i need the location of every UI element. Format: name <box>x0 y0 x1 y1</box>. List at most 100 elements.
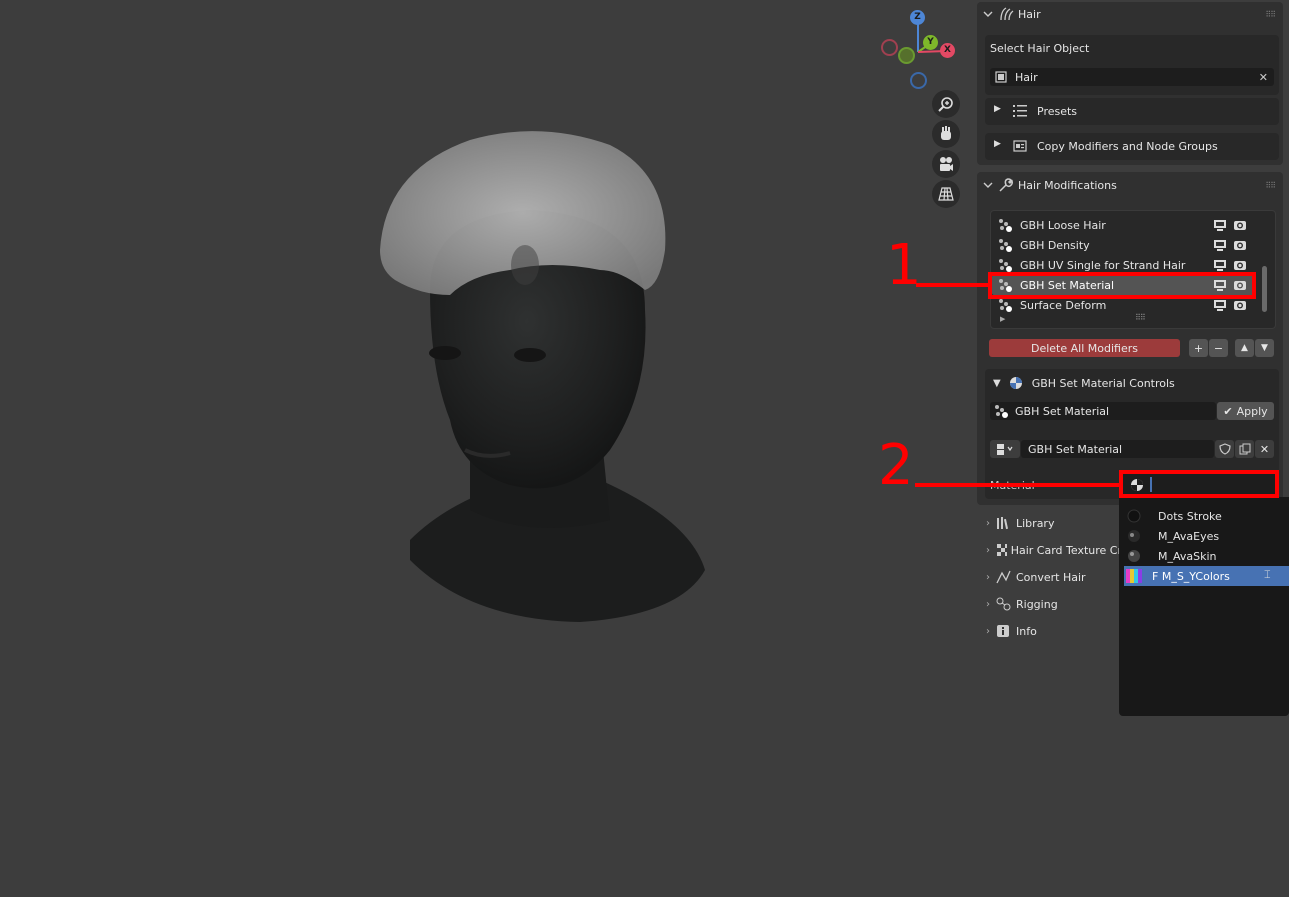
apply-label: Apply <box>1236 404 1268 418</box>
monitor-icon[interactable] <box>1213 258 1227 272</box>
wrench-icon <box>999 178 1013 192</box>
callout-box-two <box>1119 470 1279 498</box>
zoom-icon <box>938 97 953 112</box>
plus-icon: + <box>1193 341 1204 355</box>
modifier-name-field[interactable]: GBH Set Material <box>990 402 1216 420</box>
list-icon <box>1013 105 1027 117</box>
apply-button[interactable]: ✔ Apply <box>1217 402 1274 420</box>
hair-icon <box>1000 7 1014 21</box>
material-option[interactable]: Dots Stroke <box>1124 506 1289 526</box>
hair-modifications-header[interactable]: Hair Modifications ⠿⠿ <box>983 174 1283 196</box>
chevron-right-icon: › <box>986 544 990 556</box>
add-modifier-button[interactable]: + <box>1189 339 1208 357</box>
particles-icon <box>999 219 1012 232</box>
material-option-label: Dots Stroke <box>1158 509 1222 523</box>
panel-label: Info <box>1016 624 1037 638</box>
monitor-icon[interactable] <box>1213 238 1227 252</box>
fake-user-button[interactable] <box>1215 440 1234 458</box>
hair-object-field[interactable]: Hair ✕ <box>990 68 1274 86</box>
render-camera-icon[interactable] <box>1233 298 1247 312</box>
render-camera-icon[interactable] <box>1233 258 1247 272</box>
rigging-panel-header[interactable]: › Rigging <box>977 592 1122 616</box>
list-item[interactable]: GBH Density <box>992 235 1256 255</box>
axis-gizmo[interactable]: Z Y X <box>876 8 966 93</box>
duplicate-icon <box>1239 443 1250 455</box>
3d-viewport[interactable]: Z Y X <box>0 0 976 897</box>
delete-all-modifiers-button[interactable]: Delete All Modifiers <box>989 339 1180 357</box>
clear-icon[interactable]: ✕ <box>1259 71 1268 84</box>
material-option[interactable]: M_AvaSkin <box>1124 546 1289 566</box>
render-camera-icon[interactable] <box>1233 238 1247 252</box>
callout-number-two: 2 <box>878 433 914 498</box>
node-tree-icon <box>997 444 1013 455</box>
camera-icon <box>940 157 953 171</box>
list-scrollbar[interactable] <box>1262 266 1267 312</box>
object-icon <box>995 71 1007 83</box>
hair-object-value: Hair <box>1015 70 1038 84</box>
perspective-toggle-button[interactable] <box>932 180 960 208</box>
expand-arrow-icon: ▶ <box>994 104 1001 114</box>
modifier-name: GBH UV Single for Strand Hair <box>1020 258 1186 272</box>
panel-label: Rigging <box>1016 597 1058 611</box>
bone-icon <box>996 597 1011 611</box>
material-preview-icon <box>1128 530 1140 542</box>
camera-view-button[interactable] <box>932 150 960 178</box>
unlink-button[interactable]: ✕ <box>1255 440 1274 458</box>
convert-hair-panel-header[interactable]: › Convert Hair <box>977 565 1122 589</box>
monitor-icon[interactable] <box>1213 218 1227 232</box>
material-option-label: M_AvaEyes <box>1158 529 1220 543</box>
select-hair-label: Select Hair Object <box>990 42 1090 55</box>
shield-icon <box>1218 443 1231 455</box>
chevron-right-icon: › <box>986 571 990 583</box>
drag-handle-icon[interactable]: ⠿⠿ <box>1265 10 1276 19</box>
duplicate-button[interactable] <box>1235 440 1254 458</box>
hand-icon <box>941 126 951 140</box>
hair-section-header[interactable]: Hair ⠿⠿ <box>983 3 1283 25</box>
y-axis-handle[interactable]: Y <box>923 35 938 50</box>
triangle-down-icon: ▼ <box>1261 343 1268 353</box>
presets-row[interactable]: ▶ Presets <box>985 98 1279 125</box>
list-resize-handle-icon[interactable]: ⠿⠿ <box>1135 313 1146 322</box>
move-up-button[interactable]: ▲ <box>1235 339 1254 357</box>
checker-icon <box>997 544 1007 556</box>
copy-card-icon <box>1013 140 1027 152</box>
node-group-selector[interactable] <box>990 440 1020 458</box>
zoom-button[interactable] <box>932 90 960 118</box>
neg-z-axis-handle[interactable] <box>910 72 927 89</box>
books-icon <box>997 517 1009 530</box>
hair-card-panel-header[interactable]: › Hair Card Texture Cr <box>977 538 1122 562</box>
remove-modifier-button[interactable]: − <box>1209 339 1228 357</box>
convert-curve-icon <box>996 570 1011 584</box>
drag-handle-icon[interactable]: ⠿⠿ <box>1265 181 1276 190</box>
render-camera-icon[interactable] <box>1233 218 1247 232</box>
move-down-button[interactable]: ▼ <box>1255 339 1274 357</box>
list-expand-arrow-icon[interactable]: ▶ <box>1000 315 1005 323</box>
list-item[interactable]: GBH Loose Hair <box>992 215 1256 235</box>
expand-arrow-down-icon: ▼ <box>993 377 1001 389</box>
material-sphere-icon <box>1009 377 1022 389</box>
set-material-controls-header[interactable]: ▼ GBH Set Material Controls <box>993 375 1175 391</box>
modifier-name: GBH Loose Hair <box>1020 218 1106 232</box>
z-axis-handle[interactable]: Z <box>910 10 925 25</box>
modifier-name: GBH Density <box>1020 238 1090 252</box>
info-panel-header[interactable]: › Info <box>977 619 1122 643</box>
minus-icon: − <box>1213 341 1224 355</box>
panel-label: Library <box>1016 516 1055 530</box>
head-render <box>380 131 705 622</box>
presets-label: Presets <box>1037 105 1078 118</box>
chevron-right-icon: › <box>986 625 990 637</box>
pan-button[interactable] <box>932 120 960 148</box>
particles-icon <box>999 299 1012 312</box>
node-group-name-field[interactable]: GBH Set Material <box>1021 440 1214 458</box>
chevron-down-icon <box>983 182 993 188</box>
hair-section-title: Hair <box>1018 7 1041 21</box>
neg-y-axis-handle[interactable] <box>898 47 915 64</box>
library-panel-header[interactable]: › Library <box>977 511 1122 535</box>
copy-modifiers-row[interactable]: ▶ Copy Modifiers and Node Groups <box>985 133 1279 160</box>
material-option-highlighted[interactable]: F M_S_YColors ⌶ <box>1124 566 1289 586</box>
neg-x-axis-handle[interactable] <box>881 39 898 56</box>
x-axis-handle[interactable]: X <box>940 43 955 58</box>
material-option[interactable]: M_AvaEyes <box>1124 526 1289 546</box>
monitor-icon[interactable] <box>1213 298 1227 312</box>
expand-arrow-icon: ▶ <box>994 139 1001 149</box>
